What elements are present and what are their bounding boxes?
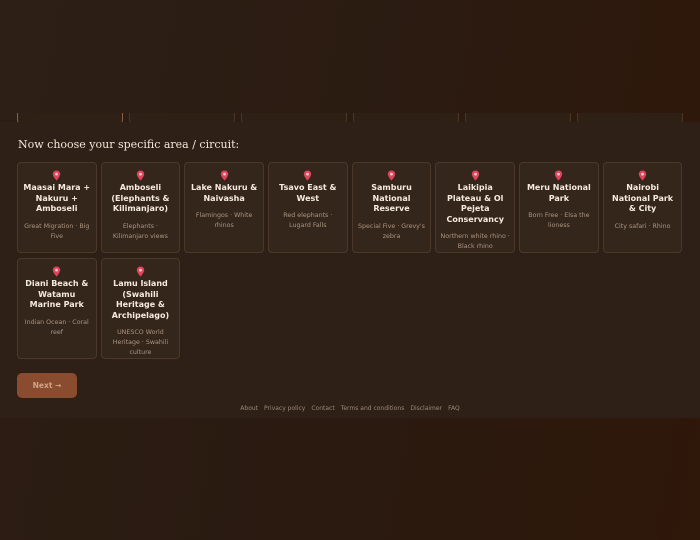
area-card-name: Amboseli (Elephants & Kilimanjaro) [111, 183, 170, 213]
section-title: Now choose your specific area / circuit: [18, 138, 240, 151]
map-pin-icon [471, 170, 480, 181]
area-card[interactable]: Amboseli (Elephants & Kilimanjaro) Elepha… [100, 162, 181, 253]
footer-link[interactable]: FAQ [448, 405, 460, 412]
area-card[interactable]: Diani Beach & Watamu Marine Park Indian O… [17, 258, 97, 359]
area-card[interactable]: Tsavo East & West Red elephants · Lugard … [268, 162, 348, 253]
area-card-description: Great Migration · Big Five [24, 222, 90, 240]
map-pin-icon [303, 170, 312, 181]
area-card-description: Born Free · Elsa the lioness [528, 212, 590, 229]
area-card-description: Elephants · Kilimanjaro views [112, 222, 168, 240]
area-card[interactable]: Nairobi National Park & City City safari … [602, 162, 683, 253]
area-card-name: Lamu Island (Swahili Heritage & Archipel… [111, 279, 170, 320]
area-card-description: Indian Ocean · Coral reef [24, 318, 89, 336]
previous-step-region [0, 0, 700, 120]
area-card-description: UNESCO World Heritage · Swahili culture [112, 329, 169, 356]
area-card-description: Red elephants · Lugard Falls [283, 212, 333, 229]
footer-links: About Privacy policy Contact Terms and cond… [0, 405, 700, 412]
area-card-name: Maasai Mara + Nakuru + Amboseli [23, 183, 91, 213]
area-card[interactable]: Lake Nakuru & Naivasha Flamingos · White … [184, 162, 264, 253]
footer-link[interactable]: Disclaimer [410, 405, 442, 412]
map-pin-icon [52, 170, 61, 181]
map-pin-icon [136, 170, 145, 181]
footer-link[interactable]: About [240, 405, 258, 412]
area-card-description: Flamingos · White rhinos [195, 212, 253, 229]
map-pin-icon [220, 170, 229, 181]
area-card-name: Laikipia Plateau & Ol Pejeta Conservancy [446, 183, 504, 224]
area-card[interactable]: Lamu Island (Swahili Heritage & Archipel… [100, 258, 181, 359]
area-card[interactable]: Samburu National Reserve Special Five · G… [351, 162, 432, 253]
map-pin-icon [387, 170, 396, 181]
map-pin-icon [554, 170, 563, 181]
area-card[interactable]: Laikipia Plateau & Ol Pejeta Conservancy… [435, 162, 515, 253]
area-card-name: Tsavo East & West [279, 183, 337, 203]
next-button[interactable]: Next → [17, 373, 77, 398]
footer-link[interactable]: Contact [311, 405, 334, 412]
area-card-description: Northern white rhino · Black rhino [440, 233, 510, 250]
map-pin-icon [136, 266, 145, 277]
footer-link[interactable]: Privacy policy [264, 405, 305, 412]
area-card[interactable]: Maasai Mara + Nakuru + Amboseli Great Mig… [17, 162, 97, 253]
area-card-name: Diani Beach & Watamu Marine Park [25, 279, 89, 309]
area-card-name: Nairobi National Park & City [612, 183, 674, 213]
area-card-name: Samburu National Reserve [371, 183, 412, 213]
area-card-description: Special Five · Grevy's zebra [358, 222, 425, 240]
area-card-name: Meru National Park [526, 183, 591, 203]
map-pin-icon [52, 266, 61, 277]
area-card-description: City safari · Rhino [614, 222, 671, 230]
area-card-grid: Maasai Mara + Nakuru + Amboseli Great Mig… [17, 162, 683, 359]
area-card-name: Lake Nakuru & Naivasha [190, 183, 258, 203]
map-pin-icon [638, 170, 647, 181]
area-card[interactable]: Meru National Park Born Free · Elsa the l… [519, 162, 599, 253]
footer-link[interactable]: Terms and conditions [341, 405, 405, 412]
